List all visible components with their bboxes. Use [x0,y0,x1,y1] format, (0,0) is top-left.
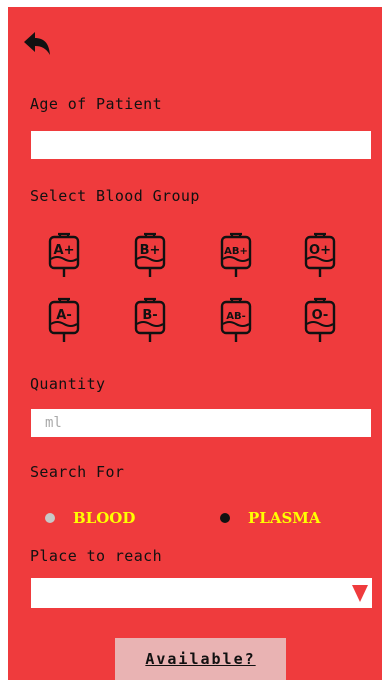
radio-blood[interactable]: BLOOD [45,509,135,527]
age-input[interactable] [31,131,371,159]
blood-bag-icon: A- [48,297,80,342]
radio-blood-label: BLOOD [73,509,136,527]
dropdown-arrow-icon [352,585,368,602]
blood-group-label: A+ [54,243,75,258]
blood-bag-icon: B- [134,297,166,342]
blood-group-option[interactable]: A+ [46,232,82,278]
age-label: Age of Patient [30,95,163,113]
search-for-options: BLOOD PLASMA [8,509,382,533]
blood-bag-icon: O- [304,297,336,342]
form-panel: Age of Patient Select Blood Group A+ B+ AB… [8,7,382,680]
blood-group-label: B- [142,308,157,323]
blood-group-label: AB+ [224,246,248,257]
blood-group-label: AB- [226,311,246,322]
blood-group-option[interactable]: O+ [302,232,338,278]
blood-group-option[interactable]: B- [132,297,168,343]
blood-group-label: Select Blood Group [30,187,200,205]
blood-group-option[interactable]: B+ [132,232,168,278]
blood-bag-icon: AB+ [220,232,252,277]
blood-group-option[interactable]: O- [302,297,338,343]
blood-bag-icon: AB- [220,297,252,342]
blood-group-label: B+ [140,243,161,258]
blood-group-option[interactable]: AB- [218,297,254,343]
quantity-label: Quantity [30,375,106,393]
blood-group-label: A- [56,308,71,323]
quantity-input[interactable] [31,409,371,437]
place-select[interactable] [31,578,372,608]
blood-group-label: O- [312,308,329,323]
blood-bag-icon: B+ [134,232,166,277]
blood-bag-icon: A+ [48,232,80,277]
radio-plasma-label: PLASMA [248,509,321,527]
available-button[interactable]: Available? [115,638,286,680]
search-for-label: Search For [30,463,125,481]
place-label: Place to reach [30,547,163,565]
radio-dot-plasma [220,513,230,523]
radio-plasma[interactable]: PLASMA [220,509,321,527]
blood-group-label: O+ [309,243,331,258]
back-button[interactable] [24,31,52,57]
radio-dot-blood [45,513,55,523]
blood-bag-icon: O+ [304,232,336,277]
reply-arrow-icon [24,32,50,55]
blood-group-option[interactable]: A- [46,297,82,343]
blood-group-option[interactable]: AB+ [218,232,254,278]
